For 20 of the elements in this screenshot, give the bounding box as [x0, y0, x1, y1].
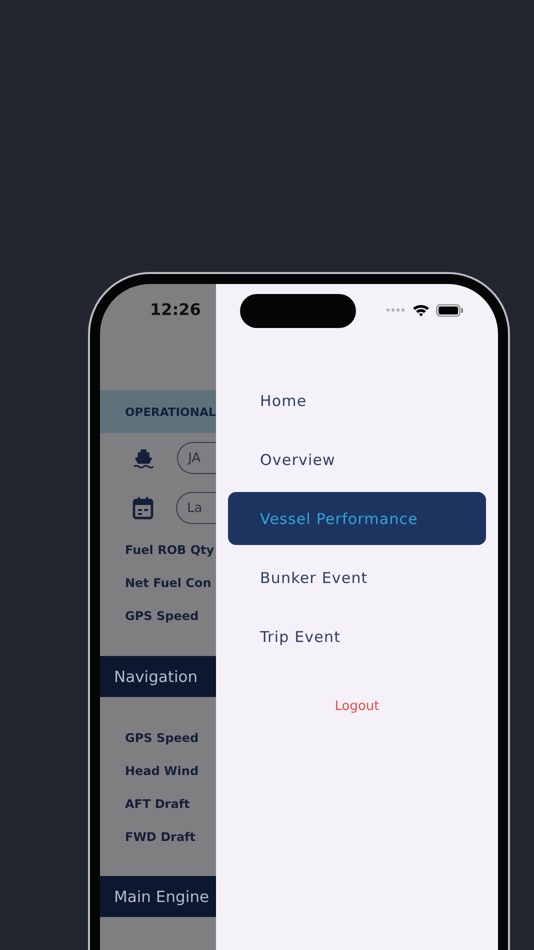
field-label: GPS Speed: [124, 608, 200, 624]
battery-icon: [436, 304, 464, 316]
field-label: Fuel ROB Qty: [124, 542, 216, 559]
section-title: Navigation: [100, 656, 216, 697]
field-label: Head Wind: [124, 762, 200, 780]
calendar-icon: [132, 496, 154, 520]
field-label: AFT Draft: [124, 796, 191, 812]
menu-item[interactable]: Trip Event: [228, 610, 486, 663]
wifi-icon: [412, 303, 430, 317]
section-title: Main Engine: [100, 876, 216, 917]
section-header: OPERATIONAL: [100, 390, 216, 433]
field-label: FWD Draft: [124, 828, 197, 846]
status-time: 12:26: [150, 300, 201, 319]
signal-icon: [386, 308, 406, 312]
field-label: Net Fuel Con: [124, 574, 212, 592]
menu-item[interactable]: Vessel Performance: [228, 492, 486, 545]
menu-item[interactable]: Bunker Event: [228, 551, 486, 604]
menu-item[interactable]: Home: [228, 374, 486, 427]
menu-item[interactable]: Overview: [228, 433, 486, 486]
field-label: GPS Speed: [124, 730, 200, 746]
